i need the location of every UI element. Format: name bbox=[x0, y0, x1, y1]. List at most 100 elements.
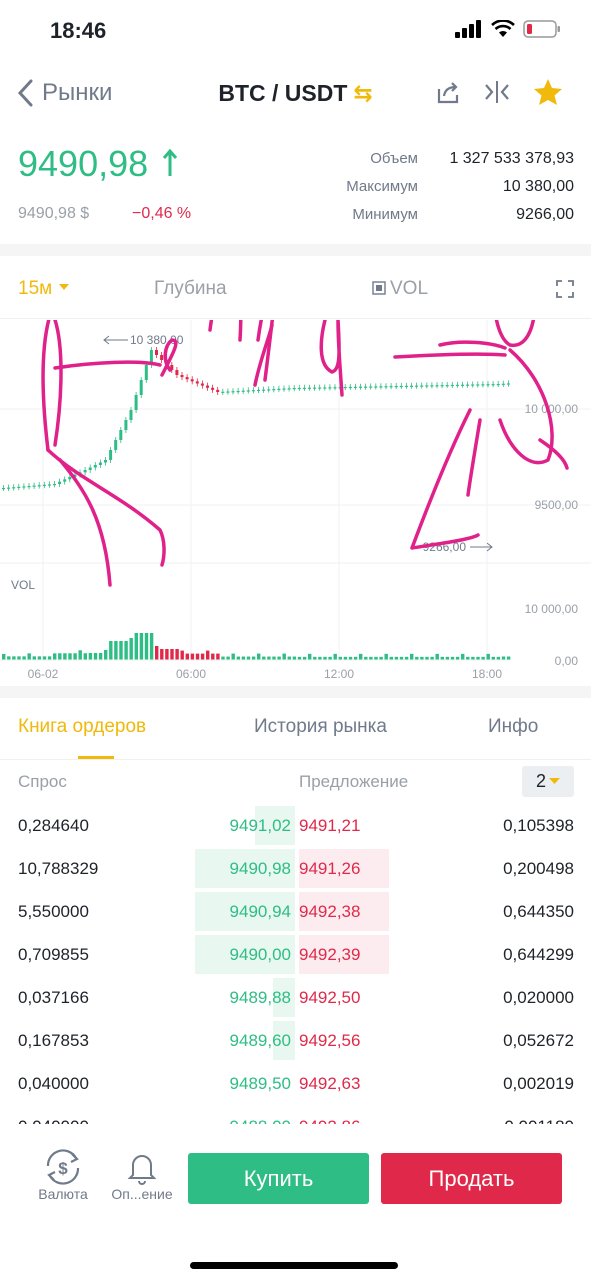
bid-header: Спрос bbox=[18, 772, 67, 791]
volume-bar bbox=[32, 656, 36, 660]
candle bbox=[109, 450, 113, 460]
swap-icon: ⇆ bbox=[353, 80, 373, 106]
candle bbox=[47, 484, 51, 486]
tabs-border bbox=[0, 318, 591, 319]
orderbook-row[interactable]: 10,788329 9490,98 9491,26 0,200498 bbox=[0, 847, 591, 890]
bid-price: 9490,94 bbox=[229, 902, 291, 921]
candle bbox=[119, 430, 123, 440]
currency-button[interactable]: $ Валюта bbox=[32, 1148, 94, 1202]
bid-amount: 0,040000 bbox=[18, 1105, 89, 1124]
candle bbox=[129, 410, 133, 420]
compare-icon[interactable] bbox=[483, 79, 511, 105]
candle bbox=[144, 365, 148, 380]
orderbook-row[interactable]: 5,550000 9490,94 9492,38 0,644350 bbox=[0, 890, 591, 933]
volume-bar bbox=[195, 653, 200, 660]
orderbook-row[interactable]: 0,709855 9490,00 9492,39 0,644299 bbox=[0, 933, 591, 976]
candle bbox=[491, 384, 495, 386]
volume-bar bbox=[501, 656, 506, 660]
orderbook-row[interactable]: 0,037166 9489,88 9492,50 0,020000 bbox=[0, 976, 591, 1019]
favorite-star-icon[interactable] bbox=[533, 78, 563, 106]
ask-amount: 0,001180 bbox=[504, 1105, 574, 1124]
candles bbox=[2, 347, 510, 491]
volume-bar bbox=[93, 653, 98, 660]
tab-info[interactable]: Инфо bbox=[488, 716, 538, 738]
ask-price: 9492,86 bbox=[299, 1105, 360, 1124]
volume-bar bbox=[190, 653, 195, 660]
candle bbox=[236, 390, 240, 393]
interval-label: 15м bbox=[18, 278, 53, 299]
candle bbox=[93, 465, 97, 468]
bell-icon bbox=[127, 1155, 157, 1185]
candle bbox=[302, 387, 306, 389]
orderbook-row[interactable]: 0,040000 9489,50 9492,63 0,002019 bbox=[0, 1062, 591, 1105]
x-tick-label: 12:00 bbox=[324, 667, 354, 681]
volume-bar bbox=[129, 638, 133, 660]
precision-select[interactable]: 2 bbox=[522, 766, 574, 797]
stat-volume-value: 1 327 533 378,93 bbox=[449, 150, 574, 167]
candle bbox=[206, 385, 209, 388]
candle bbox=[221, 391, 225, 393]
candle bbox=[440, 385, 444, 387]
pair-label: BTC / USDT bbox=[218, 80, 348, 106]
bid-amount: 0,709855 bbox=[18, 945, 89, 964]
candle bbox=[313, 387, 317, 389]
alerts-button[interactable]: Оп...ение bbox=[104, 1148, 180, 1202]
volume-bar bbox=[134, 633, 138, 660]
candle bbox=[17, 486, 21, 488]
orderbook-row[interactable]: 0,040000 9488,00 9492,86 0,001180 bbox=[0, 1105, 591, 1124]
orderbook-row[interactable]: 0,284640 9491,02 9491,21 0,105398 bbox=[0, 804, 591, 847]
candle bbox=[389, 386, 393, 388]
tab-market-history[interactable]: История рынка bbox=[254, 716, 387, 738]
candle bbox=[277, 388, 281, 390]
candle bbox=[83, 470, 87, 473]
ask-price: 9491,26 bbox=[299, 859, 361, 878]
volume-bar bbox=[175, 649, 179, 660]
candle bbox=[461, 384, 464, 386]
candle bbox=[190, 379, 194, 382]
ask-price: 9492,39 bbox=[299, 945, 361, 964]
alerts-label: Оп...ение bbox=[111, 1186, 173, 1202]
candle bbox=[333, 387, 337, 389]
fullscreen-icon[interactable] bbox=[556, 280, 574, 298]
volume-bar bbox=[119, 641, 123, 660]
candle bbox=[328, 387, 332, 389]
ask-amount: 0,644350 bbox=[503, 902, 574, 921]
buy-button[interactable]: Купить bbox=[188, 1153, 369, 1204]
volume-bar bbox=[221, 656, 225, 660]
candle bbox=[496, 384, 500, 386]
sell-button[interactable]: Продать bbox=[381, 1153, 562, 1204]
candle bbox=[42, 484, 46, 486]
tab-orderbook[interactable]: Книга ордеров bbox=[18, 716, 146, 738]
tab-interval[interactable]: 15м bbox=[18, 278, 70, 300]
price-axis-label: 10 000,00 bbox=[525, 402, 579, 416]
bid-price: 9489,60 bbox=[229, 1031, 291, 1050]
volume-title: VOL bbox=[11, 578, 35, 592]
header-actions bbox=[435, 78, 563, 106]
tab-depth[interactable]: Глубина bbox=[154, 278, 227, 300]
share-icon[interactable] bbox=[435, 79, 461, 105]
tab-vol[interactable]: VOL bbox=[372, 278, 428, 300]
candle bbox=[195, 381, 199, 384]
price-chart[interactable]: 10 000,00 9500,00 10 380,00 9266,00 VOL … bbox=[0, 320, 591, 685]
volume-bar bbox=[155, 646, 159, 660]
candle bbox=[308, 387, 311, 389]
bid-price: 9490,00 bbox=[229, 945, 291, 964]
bid-price: 9489,88 bbox=[229, 988, 291, 1007]
volume-axis-label: 10 000,00 bbox=[525, 602, 579, 616]
orderbook-row[interactable]: 0,167853 9489,60 9492,56 0,052672 bbox=[0, 1019, 591, 1062]
candle bbox=[7, 487, 11, 489]
volume-bar bbox=[47, 656, 52, 660]
volume-bar bbox=[180, 650, 184, 660]
candle bbox=[404, 385, 408, 387]
candle bbox=[226, 391, 230, 393]
candle bbox=[272, 389, 276, 391]
volume-bar bbox=[241, 656, 246, 660]
ask-amount: 0,200498 bbox=[503, 859, 574, 878]
candle bbox=[241, 390, 245, 392]
vol-label: VOL bbox=[390, 278, 429, 299]
ask-amount: 0,105398 bbox=[503, 816, 574, 835]
volume-bar bbox=[206, 650, 210, 660]
volume-bar bbox=[435, 653, 439, 660]
volume-bar bbox=[287, 656, 291, 660]
candle bbox=[32, 485, 36, 487]
